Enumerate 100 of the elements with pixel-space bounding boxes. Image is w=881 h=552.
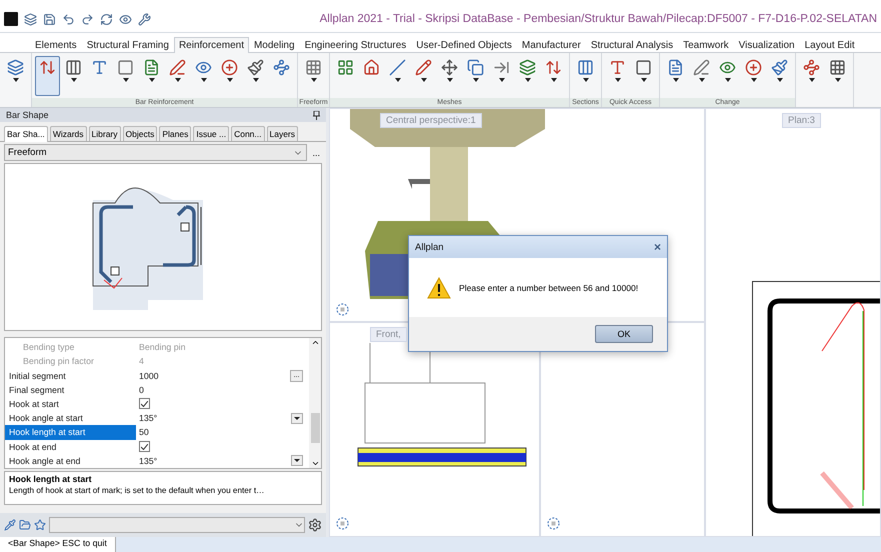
path-icon [273,59,290,76]
property-value[interactable]: 50 [136,427,309,438]
caret-icon [750,78,756,82]
target-icon[interactable] [336,303,349,316]
scroll-up-icon[interactable] [310,338,320,347]
panel-tab[interactable]: Planes [159,126,192,141]
panel-tab[interactable]: Layers [266,126,298,141]
layers-icon[interactable] [24,12,37,26]
panel-tab[interactable]: Conn... [231,126,264,141]
caret-icon [148,78,154,82]
caret-icon [698,78,704,82]
caret-icon [420,78,426,82]
shape-dropdown[interactable]: Freeform [4,144,308,161]
caret-icon [70,78,76,82]
pencil-icon [415,59,432,76]
panel-tab[interactable]: Objects [122,126,158,141]
checkbox[interactable] [139,398,150,410]
pipette-icon[interactable] [4,519,16,531]
property-label[interactable]: Hook angle at start [5,411,136,426]
caret-icon [12,78,18,82]
target-icon[interactable] [336,517,349,530]
checkbox[interactable] [139,441,150,452]
ribbon-tab[interactable]: Structural Analysis [586,37,678,53]
caret-icon [582,78,588,82]
tiles-icon [337,59,354,76]
caret-icon [724,78,730,82]
line-icon [389,59,406,76]
panel-tab[interactable]: Library [88,126,120,141]
caret-icon [446,78,452,82]
caret-icon [614,78,620,82]
panel-title: Bar Shape [6,110,49,120]
eye-icon[interactable] [119,12,132,26]
property-label[interactable]: Final segment [5,382,136,397]
columns-icon [65,59,82,76]
dialog-message: Please enter a number between 56 and 10000! [459,282,638,292]
layers-icon [519,59,536,76]
property-value[interactable]: 135° [136,413,291,424]
property-label[interactable]: Hook length at start [5,425,136,440]
description-title: Hook length at start [9,474,93,484]
undo-icon[interactable] [62,12,75,26]
pen-icon [169,59,186,76]
property-label[interactable]: Hook at start [5,396,136,412]
document-icon [143,59,160,76]
ribbon-tab[interactable]: Teamwork [678,37,734,53]
ribbon-tab[interactable]: Reinforcement [174,37,249,53]
ribbon-tab[interactable]: User-Defined Objects [411,37,517,53]
property-label[interactable]: Hook angle at end [5,454,136,468]
caret-icon [174,78,180,82]
redo-icon[interactable] [81,12,94,26]
caret-icon [550,78,556,82]
move-icon [441,59,458,76]
eye-icon [719,59,736,76]
caret-icon [472,78,478,82]
refresh-icon[interactable] [100,12,113,26]
ribbon-tab[interactable]: Layout Edit [800,37,860,53]
folder-icon[interactable] [19,519,31,531]
property-value[interactable]: 135° [136,456,291,466]
target-icon[interactable] [547,517,560,530]
pin-icon[interactable] [313,110,320,120]
caret-icon [672,78,678,82]
ok-button[interactable]: OK [595,325,653,343]
ribbon-tab[interactable]: Structural Framing [82,37,174,53]
property-label[interactable]: Hook at end [5,440,136,454]
tools-icon[interactable] [138,12,151,26]
viewport-label: Front, [370,327,407,342]
layers-icon [7,59,24,76]
eye-icon [195,59,212,76]
save-icon[interactable] [43,12,56,26]
caret-icon [394,78,400,82]
columns-icon [577,59,594,76]
brush-icon [771,59,788,76]
ribbon-tab[interactable]: Elements [30,37,82,53]
ribbon-tab[interactable]: Engineering Structures [300,37,412,53]
window-title: Allplan 2021 - Trial - Skripsi DataBase - Pembesian/Struktur Bawah/Pilecap:DF5007 - F7-D16-P.02-SELATAN [320,13,877,25]
warning-icon [427,276,451,298]
pen-icon [693,59,710,76]
description-text: Length of hook at start of mark; is set to the default when you enter t… [9,486,266,495]
close-button[interactable]: × [654,240,661,254]
property-value[interactable]: 0 [136,384,309,395]
panel-tab[interactable]: Wizards [50,126,87,141]
star-icon[interactable] [34,519,46,531]
settings-icon[interactable] [308,518,322,532]
status-text: <Bar Shape> ESC to quit [0,537,116,552]
panel-tab[interactable]: Issue ... [193,126,230,141]
ribbon-tab[interactable]: Modeling [248,37,300,53]
caret-icon [200,78,206,82]
caret-icon [776,78,782,82]
ribbon-tab[interactable]: Manufacturer [516,37,586,53]
dialog-title: Allplan [415,242,444,252]
panel-tab[interactable]: Bar Sha... [4,126,48,142]
more-button[interactable]: ... [310,148,322,158]
ribbon-tab[interactable]: Visualization [734,37,800,53]
property-value[interactable]: 1000 [136,370,290,381]
scrollbar-thumb[interactable] [310,413,320,443]
caret-icon [834,78,840,82]
ribbon-button[interactable] [35,56,60,96]
scroll-down-icon[interactable] [310,459,320,468]
property-label[interactable]: Initial segment [5,368,136,383]
document-icon [667,59,684,76]
scrollbar[interactable] [309,338,321,468]
